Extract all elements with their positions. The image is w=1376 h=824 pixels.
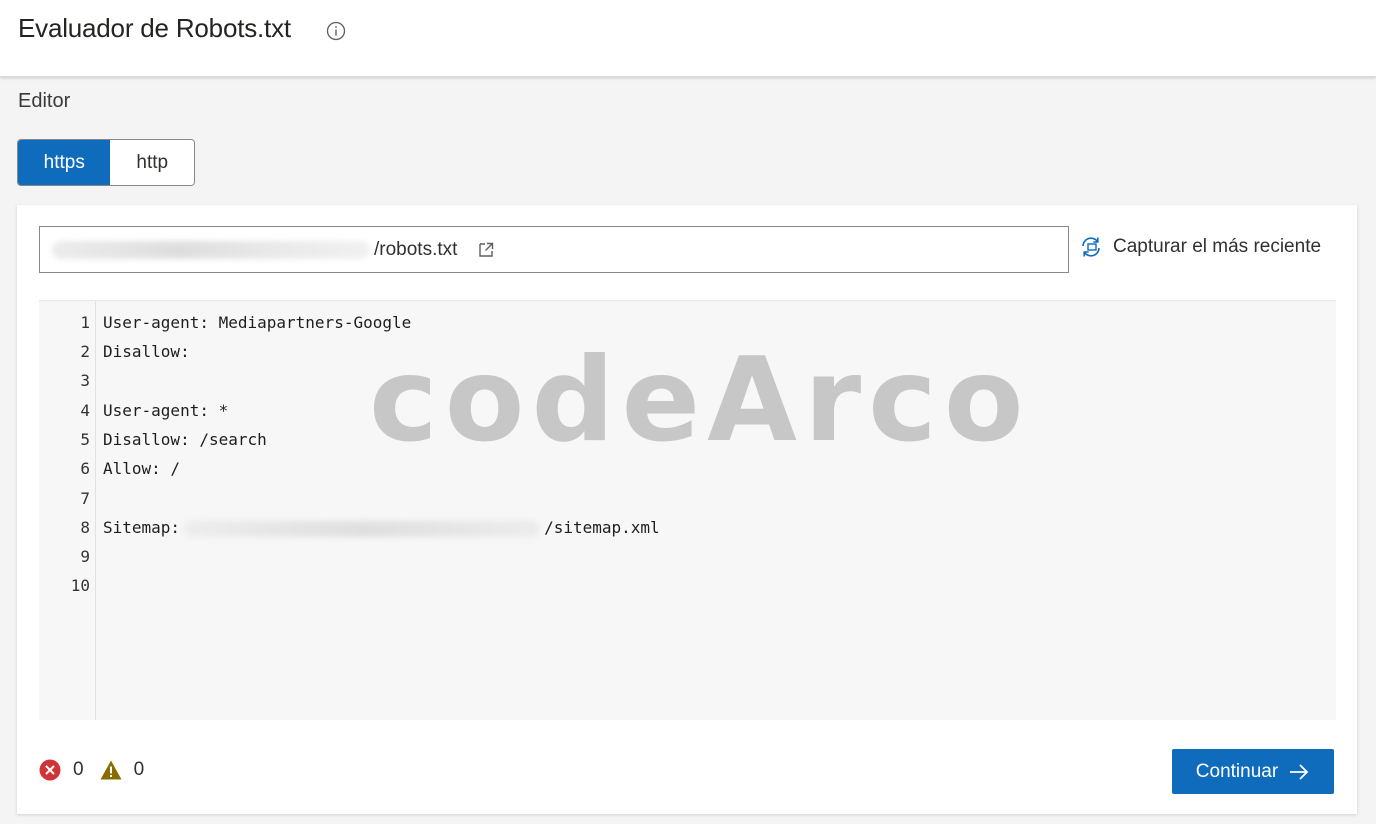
error-icon xyxy=(39,759,61,781)
info-circle-icon[interactable] xyxy=(326,21,346,41)
continue-label: Continuar xyxy=(1195,760,1279,782)
robots-url-field[interactable]: /robots.txt xyxy=(39,226,1069,273)
code-editor[interactable]: 1 2 3 4 5 6 7 8 9 10 User-agent: Mediapa… xyxy=(39,300,1336,720)
warning-icon xyxy=(100,760,122,780)
redacted-domain xyxy=(52,241,370,259)
code-line: User-agent: Mediapartners-Google xyxy=(103,313,412,332)
line-number-gutter: 1 2 3 4 5 6 7 8 9 10 xyxy=(39,301,96,720)
protocol-toggle: https http xyxy=(17,139,195,186)
redacted-domain xyxy=(184,520,541,537)
external-link-icon[interactable] xyxy=(477,241,495,259)
line-number: 3 xyxy=(80,371,90,390)
code-line: Disallow: xyxy=(103,342,190,361)
line-number: 9 xyxy=(80,547,90,566)
capture-latest-button[interactable]: Capturar el más reciente xyxy=(1079,235,1321,259)
watermark: codeArco xyxy=(369,333,1031,468)
sitemap-key: Sitemap: xyxy=(103,518,181,537)
tab-https[interactable]: https xyxy=(18,140,111,185)
line-number: 8 xyxy=(80,518,90,537)
url-path: /robots.txt xyxy=(374,239,458,260)
refresh-capture-icon xyxy=(1082,237,1100,257)
line-number: 2 xyxy=(80,342,90,361)
line-number: 1 xyxy=(80,313,90,332)
code-line: User-agent: * xyxy=(103,401,229,420)
line-number: 7 xyxy=(80,489,90,508)
continue-button[interactable]: Continuar xyxy=(1172,749,1334,794)
page-title: Evaluador de Robots.txt xyxy=(18,13,291,43)
line-number: 4 xyxy=(80,401,90,420)
error-count: 0 xyxy=(73,759,84,780)
editor-card: /robots.txt Capturar el más reciente 1 2… xyxy=(17,205,1357,814)
tab-http[interactable]: http xyxy=(110,140,194,185)
editor-section-title: Editor xyxy=(18,90,71,112)
line-number: 5 xyxy=(80,430,90,449)
warning-count: 0 xyxy=(133,759,145,780)
line-number: 10 xyxy=(70,576,90,595)
code-line-sitemap: Sitemap: /sitemap.xml xyxy=(103,513,660,542)
code-line: Disallow: /search xyxy=(103,430,267,449)
validation-status: 0 0 xyxy=(39,759,160,781)
page-header: Evaluador de Robots.txt xyxy=(0,0,1376,77)
capture-latest-label: Capturar el más reciente xyxy=(1113,236,1322,257)
code-line: Allow: / xyxy=(103,459,181,478)
sitemap-path: /sitemap.xml xyxy=(544,518,660,537)
arrow-right-icon xyxy=(1290,763,1309,780)
line-number: 6 xyxy=(80,459,90,478)
